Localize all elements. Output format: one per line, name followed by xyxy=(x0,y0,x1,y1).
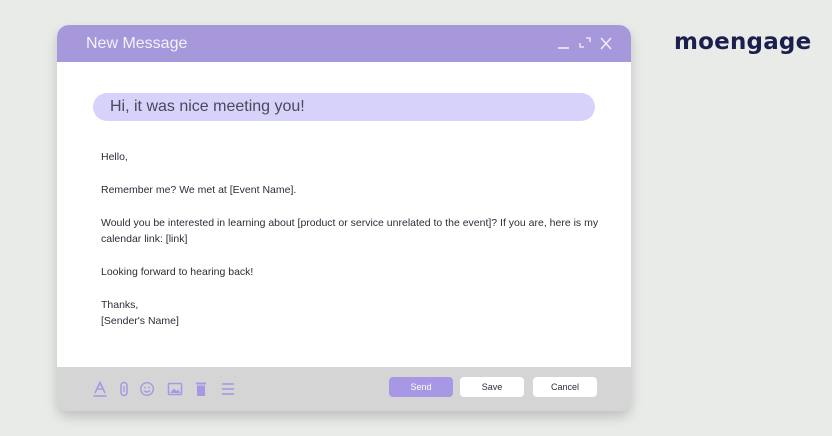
body-closing-text: Thanks, xyxy=(101,299,139,311)
maximize-icon[interactable] xyxy=(578,35,592,51)
image-icon[interactable] xyxy=(167,381,183,397)
text-format-icon[interactable] xyxy=(92,381,108,397)
subject-field[interactable]: Hi, it was nice meeting you! xyxy=(93,93,595,121)
body-greeting: Hello, xyxy=(101,151,128,163)
message-body[interactable]: Hello, Remember me? We met at [Event Nam… xyxy=(101,149,601,329)
body-closing: Thanks, [Sender's Name] xyxy=(101,297,601,329)
delete-icon[interactable] xyxy=(193,381,209,397)
send-button[interactable]: Send xyxy=(389,377,453,397)
subject-text: Hi, it was nice meeting you! xyxy=(110,98,305,115)
more-options-icon[interactable] xyxy=(220,381,236,397)
title-bar: New Message xyxy=(57,25,631,62)
body-line: Looking forward to hearing back! xyxy=(101,266,254,278)
brand-logo: moengage xyxy=(674,29,812,55)
attachment-icon[interactable] xyxy=(116,381,132,397)
compose-window: New Message Hi, it was nice meeting you!… xyxy=(57,25,631,411)
save-button[interactable]: Save xyxy=(460,377,524,397)
window-title: New Message xyxy=(86,35,188,52)
body-line: Would you be interested in learning abou… xyxy=(101,217,599,245)
body-line: Remember me? We met at [Event Name]. xyxy=(101,184,297,196)
body-signature: [Sender's Name] xyxy=(101,315,179,327)
emoji-icon[interactable] xyxy=(139,381,155,397)
cancel-button[interactable]: Cancel xyxy=(533,377,597,397)
close-icon[interactable] xyxy=(599,35,613,51)
minimize-icon[interactable] xyxy=(557,35,571,51)
